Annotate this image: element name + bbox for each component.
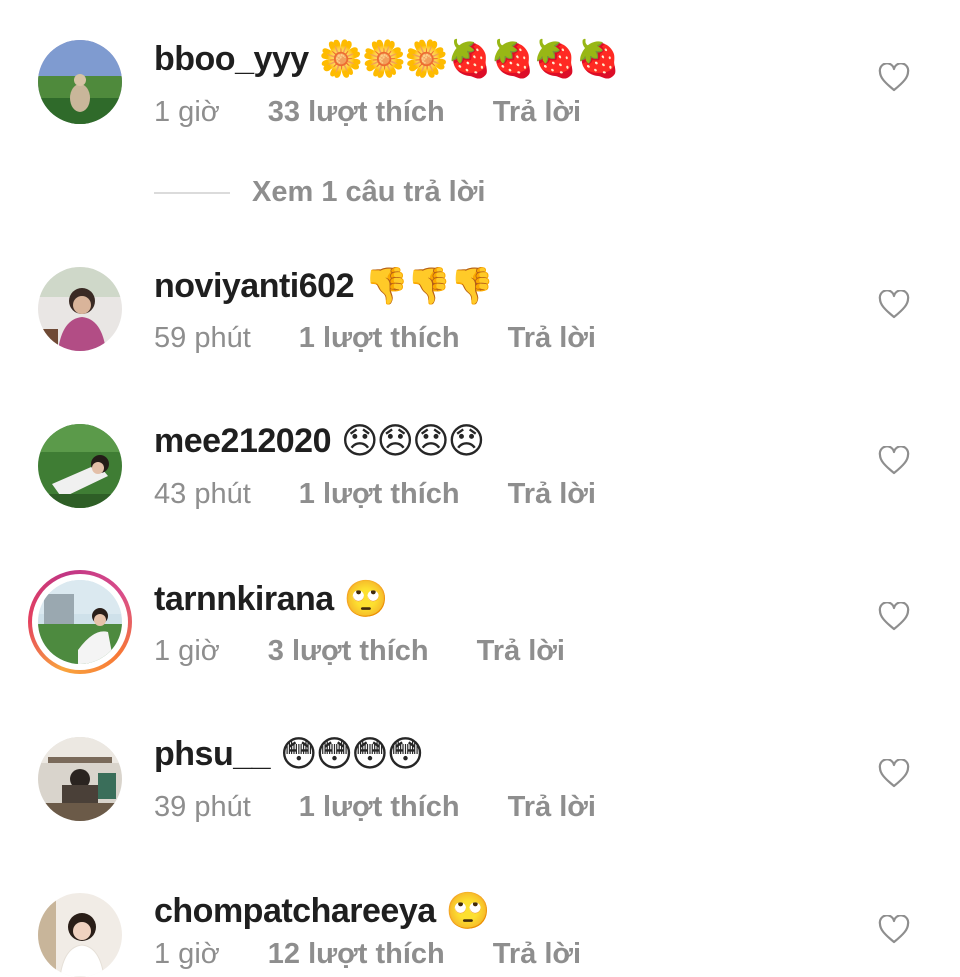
heart-icon[interactable] [878, 446, 910, 476]
username[interactable]: noviyanti602 [154, 267, 354, 306]
like-count[interactable]: 1 lượt thích [299, 322, 460, 355]
comment-time: 43 phút [154, 478, 251, 510]
comment-text: 😳😳😳😳 [280, 734, 424, 775]
comment-header: phsu__ 😳😳😳😳 [154, 734, 424, 775]
comment-meta: 43 phút 1 lượt thích Trả lời [154, 478, 596, 511]
reply-button[interactable]: Trả lời [508, 791, 596, 824]
replies-divider [154, 191, 230, 194]
avatar[interactable] [38, 267, 122, 351]
username[interactable]: chompatchareeya [154, 892, 436, 931]
like-count[interactable]: 1 lượt thích [299, 478, 460, 511]
heart-icon[interactable] [878, 63, 910, 93]
comment-meta: 1 giờ 3 lượt thích Trả lời [154, 635, 565, 668]
comment-header: bboo_yyy 🌼🌼🌼🍓🍓🍓🍓 [154, 38, 621, 80]
comment-header: chompatchareeya 🙄 [154, 890, 491, 932]
like-count[interactable]: 1 lượt thích [299, 791, 460, 824]
heart-icon[interactable] [878, 759, 910, 789]
comment-text: 🙄 [343, 579, 389, 620]
comment-time: 1 giờ [154, 635, 220, 667]
comment-text: 😞😞😞😞 [341, 421, 485, 462]
comment-time: 1 giờ [154, 938, 220, 970]
comment-meta: 39 phút 1 lượt thích Trả lời [154, 791, 596, 824]
username[interactable]: mee212020 [154, 422, 332, 461]
comment-text: 🌼🌼🌼🍓🍓🍓🍓 [318, 39, 621, 80]
comment-header: mee212020 😞😞😞😞 [154, 421, 485, 462]
like-count[interactable]: 12 lượt thích [268, 938, 445, 971]
comment-text: 👎👎👎 [363, 266, 494, 307]
avatar[interactable] [38, 737, 122, 821]
comment-header: tarnnkirana 🙄 [154, 578, 389, 620]
view-replies-label[interactable]: Xem 1 câu trả lời [252, 176, 485, 209]
comment-header: noviyanti602 👎👎👎 [154, 265, 494, 307]
avatar[interactable] [38, 893, 122, 977]
heart-icon[interactable] [878, 915, 910, 945]
like-count[interactable]: 33 lượt thích [268, 96, 445, 129]
comment-time: 59 phút [154, 322, 251, 354]
heart-icon[interactable] [878, 602, 910, 632]
heart-icon[interactable] [878, 290, 910, 320]
comment-time: 39 phút [154, 791, 251, 823]
comment-meta: 1 giờ 12 lượt thích Trả lời [154, 938, 581, 971]
comment-meta: 59 phút 1 lượt thích Trả lời [154, 322, 596, 355]
reply-button[interactable]: Trả lời [477, 635, 565, 668]
username[interactable]: bboo_yyy [154, 40, 309, 79]
reply-button[interactable]: Trả lời [493, 938, 581, 971]
avatar[interactable] [38, 40, 122, 124]
view-replies-button[interactable]: Xem 1 câu trả lời [154, 176, 485, 209]
like-count[interactable]: 3 lượt thích [268, 635, 429, 668]
username[interactable]: tarnnkirana [154, 580, 334, 619]
comment-time: 1 giờ [154, 96, 220, 128]
reply-button[interactable]: Trả lời [508, 322, 596, 355]
reply-button[interactable]: Trả lời [493, 96, 581, 129]
avatar[interactable] [38, 580, 122, 664]
avatar[interactable] [38, 424, 122, 508]
reply-button[interactable]: Trả lời [508, 478, 596, 511]
comment-meta: 1 giờ 33 lượt thích Trả lời [154, 96, 581, 129]
username[interactable]: phsu__ [154, 735, 271, 774]
comment-text: 🙄 [445, 891, 491, 932]
